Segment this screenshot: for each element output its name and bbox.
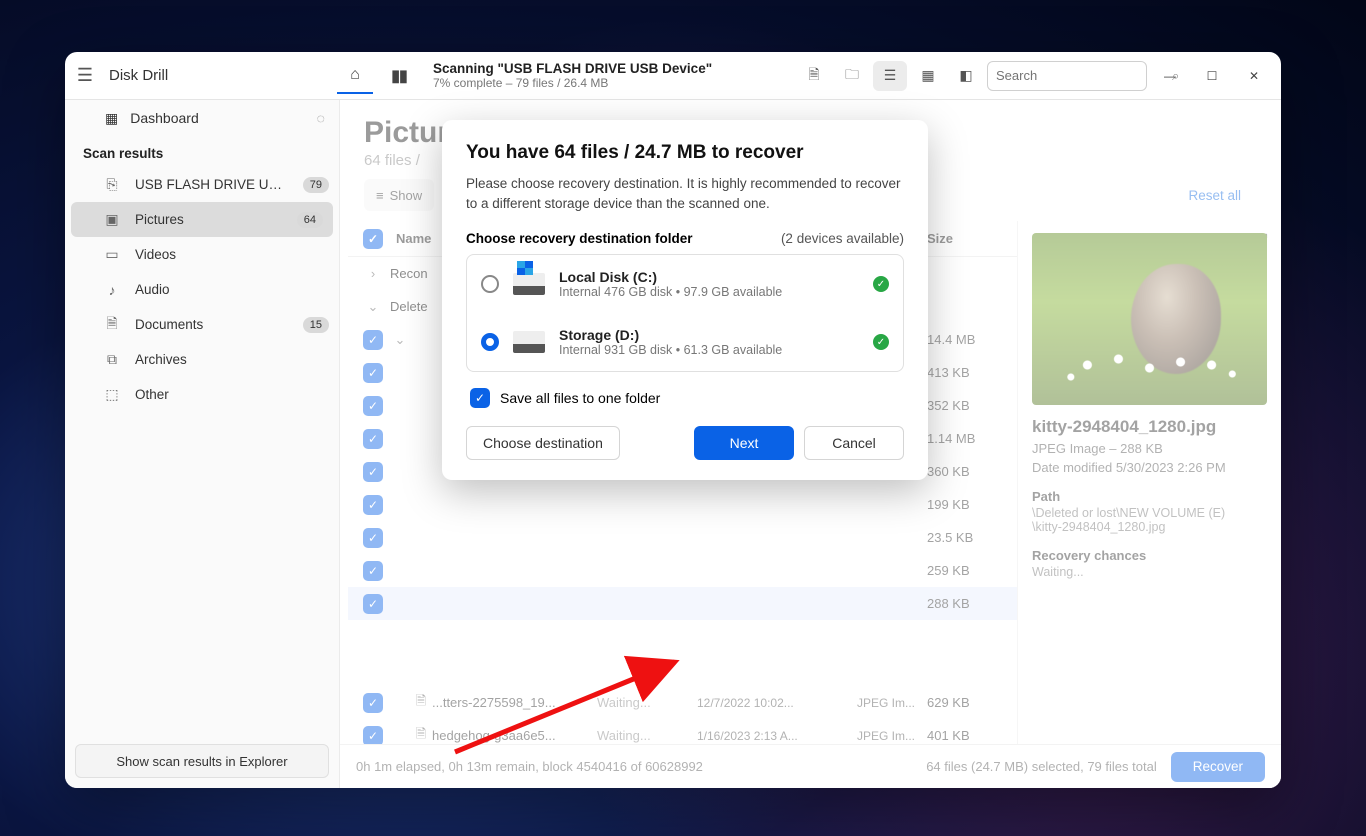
devices-available: (2 devices available): [781, 231, 904, 246]
panel-toggle-icon[interactable]: ◧: [949, 61, 983, 91]
sidebar-item-pictures[interactable]: ▣ Pictures 64: [71, 202, 333, 237]
minimize-button[interactable]: —: [1151, 61, 1189, 91]
toolbar: 🗎 🗀 ☰ ▦ ◧ ⌕ — ☐ ✕: [797, 61, 1281, 91]
destination-name: Storage (D:): [559, 327, 859, 343]
app-window: ☰ Disk Drill ⌂ ▮▮ Scanning "USB FLASH DR…: [65, 52, 1281, 788]
destination-sub: Internal 931 GB disk • 61.3 GB available: [559, 343, 859, 357]
dashboard-icon: ▦: [105, 110, 118, 127]
folder-icon[interactable]: 🗀: [835, 61, 869, 91]
sidebar-nav: ⎘ USB FLASH DRIVE USB D... 79▣ Pictures …: [65, 167, 339, 412]
save-all-checkbox[interactable]: ✓: [470, 388, 490, 408]
grid-view-icon[interactable]: ▦: [911, 61, 945, 91]
pic-icon: ▣: [103, 211, 121, 228]
sidebar-item-label: Documents: [135, 317, 289, 332]
file-icon[interactable]: 🗎: [797, 61, 831, 91]
disk-icon: [513, 273, 545, 295]
sidebar-item-label: Videos: [135, 247, 339, 262]
search-field[interactable]: [996, 68, 1172, 83]
sidebar-item-badge: 15: [303, 317, 329, 333]
sidebar-results-label: Scan results: [65, 136, 339, 167]
sidebar-item-badge: 79: [303, 177, 329, 193]
scan-subtitle: 7% complete – 79 files / 26.4 MB: [433, 76, 712, 90]
arc-icon: ⧉: [103, 351, 121, 368]
modal-title: You have 64 files / 24.7 MB to recover: [466, 142, 904, 164]
doc-icon: 🗎: [103, 313, 121, 337]
radio-button[interactable]: [481, 333, 499, 351]
home-icon[interactable]: ⌂: [337, 58, 373, 94]
pause-icon[interactable]: ▮▮: [381, 58, 417, 94]
spinner-icon: ◌: [317, 110, 325, 126]
recovery-destination-modal: You have 64 files / 24.7 MB to recover P…: [442, 120, 928, 480]
menu-icon[interactable]: ☰: [65, 65, 105, 86]
sidebar-item-other[interactable]: ⬚ Other: [65, 377, 339, 412]
scan-title: Scanning "USB FLASH DRIVE USB Device": [433, 61, 712, 76]
cancel-button[interactable]: Cancel: [804, 426, 904, 460]
sidebar-bottom: Show scan results in Explorer: [65, 734, 339, 788]
sidebar-item-videos[interactable]: ▭ Videos: [65, 237, 339, 272]
sidebar-item-label: Archives: [135, 352, 339, 367]
title-bar: ☰ Disk Drill ⌂ ▮▮ Scanning "USB FLASH DR…: [65, 52, 1281, 100]
sidebar-item-audio[interactable]: ♪ Audio: [65, 272, 339, 307]
list-view-icon[interactable]: ☰: [873, 61, 907, 91]
destination-sub: Internal 476 GB disk • 97.9 GB available: [559, 285, 859, 299]
sidebar-item-usb-flash-drive-usb-d-[interactable]: ⎘ USB FLASH DRIVE USB D... 79: [65, 167, 339, 202]
aud-icon: ♪: [103, 282, 121, 298]
modal-description: Please choose recovery destination. It i…: [466, 174, 904, 213]
choose-label: Choose recovery destination folder: [466, 231, 693, 246]
sidebar-item-label: Pictures: [135, 212, 283, 227]
destination-option[interactable]: Local Disk (C:) Internal 476 GB disk • 9…: [467, 255, 903, 313]
search-input[interactable]: ⌕: [987, 61, 1147, 91]
sidebar-dashboard[interactable]: ▦ Dashboard ◌: [65, 100, 339, 136]
usb-icon: ⎘: [103, 176, 121, 193]
check-icon: ✓: [873, 334, 889, 350]
sidebar-dashboard-label: Dashboard: [130, 110, 199, 126]
save-all-label: Save all files to one folder: [500, 390, 660, 406]
sidebar-item-documents[interactable]: 🗎 Documents 15: [65, 307, 339, 342]
sidebar-item-archives[interactable]: ⧉ Archives: [65, 342, 339, 377]
radio-button[interactable]: [481, 275, 499, 293]
maximize-button[interactable]: ☐: [1193, 61, 1231, 91]
destination-list: Local Disk (C:) Internal 476 GB disk • 9…: [466, 254, 904, 372]
app-title: Disk Drill: [105, 67, 325, 84]
scan-info: Scanning "USB FLASH DRIVE USB Device" 7%…: [433, 61, 712, 90]
sidebar-item-label: Other: [135, 387, 339, 402]
top-center: ⌂ ▮▮ Scanning "USB FLASH DRIVE USB Devic…: [325, 58, 797, 94]
sidebar-item-label: USB FLASH DRIVE USB D...: [135, 177, 289, 192]
oth-icon: ⬚: [103, 386, 121, 403]
choose-destination-button[interactable]: Choose destination: [466, 426, 620, 460]
disk-icon: [513, 331, 545, 353]
sidebar-item-label: Audio: [135, 282, 339, 297]
close-button[interactable]: ✕: [1235, 61, 1273, 91]
show-in-explorer-button[interactable]: Show scan results in Explorer: [75, 744, 329, 778]
save-all-option[interactable]: ✓ Save all files to one folder: [470, 388, 904, 408]
sidebar-item-badge: 64: [297, 212, 323, 228]
destination-option[interactable]: Storage (D:) Internal 931 GB disk • 61.3…: [467, 313, 903, 371]
sidebar: ▦ Dashboard ◌ Scan results ⎘ USB FLASH D…: [65, 100, 340, 788]
check-icon: ✓: [873, 276, 889, 292]
next-button[interactable]: Next: [694, 426, 794, 460]
destination-name: Local Disk (C:): [559, 269, 859, 285]
vid-icon: ▭: [103, 246, 121, 263]
